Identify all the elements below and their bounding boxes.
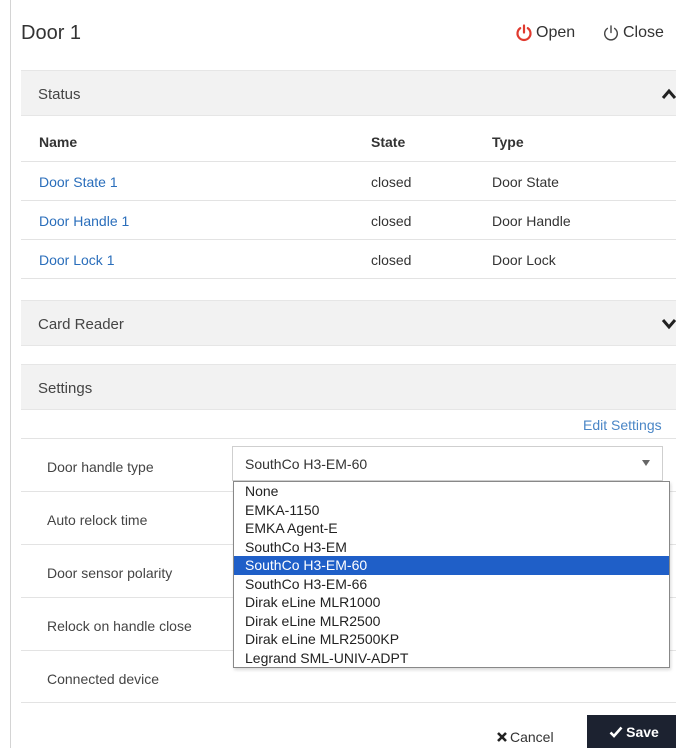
option-item[interactable]: SouthCo H3-EM <box>234 538 669 557</box>
status-panel-title: Status <box>38 86 81 103</box>
door-handle-type-options: None EMKA-1150 EMKA Agent-E SouthCo H3-E… <box>233 481 670 668</box>
status-table: Name State Type Door State 1 closed Door… <box>21 118 676 279</box>
state-value: closed <box>371 174 412 190</box>
type-value: Door State <box>492 174 559 190</box>
status-panel-header[interactable]: Status <box>21 70 676 116</box>
save-label: Save <box>626 724 659 740</box>
card-reader-panel-header[interactable]: Card Reader <box>21 300 676 346</box>
door-handle-type-label: Door handle type <box>47 459 154 475</box>
option-item[interactable]: EMKA-1150 <box>234 501 669 520</box>
connected-device-label: Connected device <box>47 671 160 687</box>
cancel-button[interactable]: Cancel <box>496 729 554 745</box>
power-icon <box>516 24 532 42</box>
chevron-up-icon <box>661 88 676 99</box>
option-item[interactable]: Dirak eLine MLR1000 <box>234 593 669 612</box>
page-title: Door 1 <box>21 22 82 44</box>
form-footer: Cancel Save <box>21 702 676 748</box>
open-label: Open <box>536 24 576 41</box>
state-value: closed <box>371 252 412 268</box>
auto-relock-time-label: Auto relock time <box>47 512 148 528</box>
sensor-link-door-state[interactable]: Door State 1 <box>39 174 118 190</box>
open-button[interactable]: Open <box>515 24 575 42</box>
door-sensor-polarity-label: Door sensor polarity <box>47 565 173 581</box>
settings-panel-header: Settings <box>21 364 676 410</box>
close-label: Close <box>623 24 664 41</box>
save-button[interactable]: Save <box>587 715 676 748</box>
table-row: Door Handle 1 closed Door Handle <box>21 201 676 240</box>
option-item[interactable]: SouthCo H3-EM-66 <box>234 575 669 594</box>
sensor-link-door-lock[interactable]: Door Lock 1 <box>39 252 114 268</box>
dropdown-arrow-icon <box>642 460 650 466</box>
state-value: closed <box>371 213 412 229</box>
table-row: Door State 1 closed Door State <box>21 162 676 201</box>
chevron-down-icon <box>661 319 676 330</box>
option-item-selected[interactable]: SouthCo H3-EM-60 <box>234 556 669 575</box>
column-header-state: State <box>371 134 406 150</box>
power-icon <box>604 25 618 41</box>
close-icon <box>497 732 507 742</box>
column-header-type: Type <box>492 134 524 150</box>
type-value: Door Handle <box>492 213 571 229</box>
table-header-row: Name State Type <box>21 118 676 162</box>
option-item[interactable]: Dirak eLine MLR2500 <box>234 612 669 631</box>
option-item[interactable]: None <box>234 482 669 501</box>
relock-on-handle-close-label: Relock on handle close <box>47 618 192 634</box>
option-item[interactable]: Legrand SML-UNIV-ADPT <box>234 649 669 668</box>
door-handle-type-select[interactable]: SouthCo H3-EM-60 <box>232 446 663 481</box>
edit-settings-link[interactable]: Edit Settings <box>583 417 662 433</box>
card-reader-panel-title: Card Reader <box>38 316 124 333</box>
option-item[interactable]: EMKA Agent-E <box>234 519 669 538</box>
checkmark-icon <box>609 726 623 738</box>
column-header-name: Name <box>39 134 78 150</box>
option-item[interactable]: Dirak eLine MLR2500KP <box>234 630 669 649</box>
table-row: Door Lock 1 closed Door Lock <box>21 240 676 279</box>
close-button[interactable]: Close <box>602 24 664 42</box>
type-value: Door Lock <box>492 252 556 268</box>
sensor-link-door-handle[interactable]: Door Handle 1 <box>39 213 129 229</box>
cancel-label: Cancel <box>510 729 554 745</box>
settings-panel-title: Settings <box>38 380 93 397</box>
door-header: Door 1 Open Close <box>11 0 676 68</box>
selected-value: SouthCo H3-EM-60 <box>245 456 368 472</box>
